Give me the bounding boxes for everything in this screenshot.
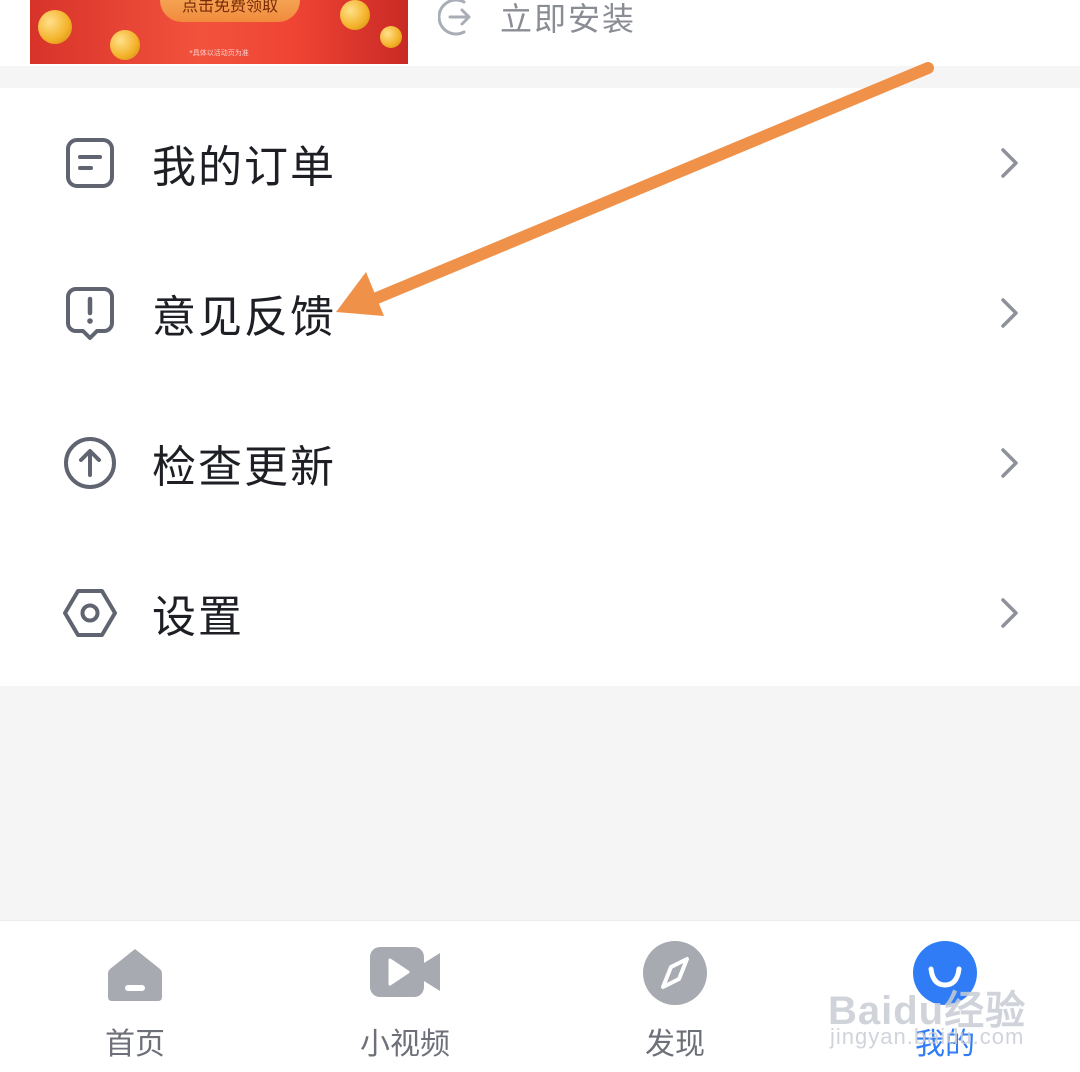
menu-item-feedback[interactable]: 意见反馈	[0, 238, 1080, 388]
menu-item-label: 我的订单	[152, 142, 336, 193]
menu-item-label: 检查更新	[152, 442, 336, 493]
home-icon	[108, 949, 162, 1001]
order-document-icon	[62, 135, 118, 191]
chevron-right-icon	[1001, 148, 1018, 178]
coin-decoration	[340, 0, 370, 30]
profile-menu-list: 我的订单 意见反馈 检查更新 设置	[0, 88, 1080, 686]
menu-item-label: 意见反馈	[152, 292, 336, 343]
coin-decoration	[380, 26, 402, 48]
menu-item-orders[interactable]: 我的订单	[0, 88, 1080, 238]
section-divider	[0, 66, 1080, 88]
compass-icon	[643, 941, 707, 1005]
tab-home[interactable]: 首页	[55, 921, 215, 1072]
install-button[interactable]: 立即安装	[438, 0, 636, 40]
tab-short-video[interactable]: 小视频	[325, 921, 485, 1072]
promo-row: 点击免费领取 *具体以活动页为准 立即安装	[0, 0, 1080, 66]
tab-label: 小视频	[360, 1027, 450, 1062]
install-label: 立即安装	[500, 0, 637, 38]
menu-item-check-update[interactable]: 检查更新	[0, 388, 1080, 538]
coin-decoration	[38, 10, 72, 44]
menu-item-settings[interactable]: 设置	[0, 538, 1080, 688]
feedback-exclamation-icon	[62, 285, 118, 341]
promo-fine-print: *具体以活动页为准	[189, 49, 249, 57]
chevron-right-icon	[1001, 448, 1018, 478]
tab-discover[interactable]: 发现	[595, 921, 755, 1072]
install-arrow-icon	[438, 0, 471, 36]
watermark-url: jingyan.baidu.com	[830, 1024, 1025, 1049]
settings-hexagon-icon	[62, 585, 118, 641]
menu-item-label: 设置	[152, 592, 244, 643]
video-camera-icon	[370, 947, 440, 997]
tab-label: 首页	[105, 1027, 165, 1062]
tab-label: 发现	[645, 1027, 705, 1062]
chevron-right-icon	[1001, 298, 1018, 328]
update-arrow-up-icon	[62, 435, 118, 491]
profile-page: 点击免费领取 *具体以活动页为准 立即安装 我的订单 意见反馈 检查更新 设置 …	[0, 0, 1080, 1072]
promo-claim-button[interactable]: 点击免费领取	[160, 0, 300, 22]
chevron-right-icon	[1001, 598, 1018, 628]
promo-banner[interactable]: 点击免费领取 *具体以活动页为准	[30, 0, 408, 64]
